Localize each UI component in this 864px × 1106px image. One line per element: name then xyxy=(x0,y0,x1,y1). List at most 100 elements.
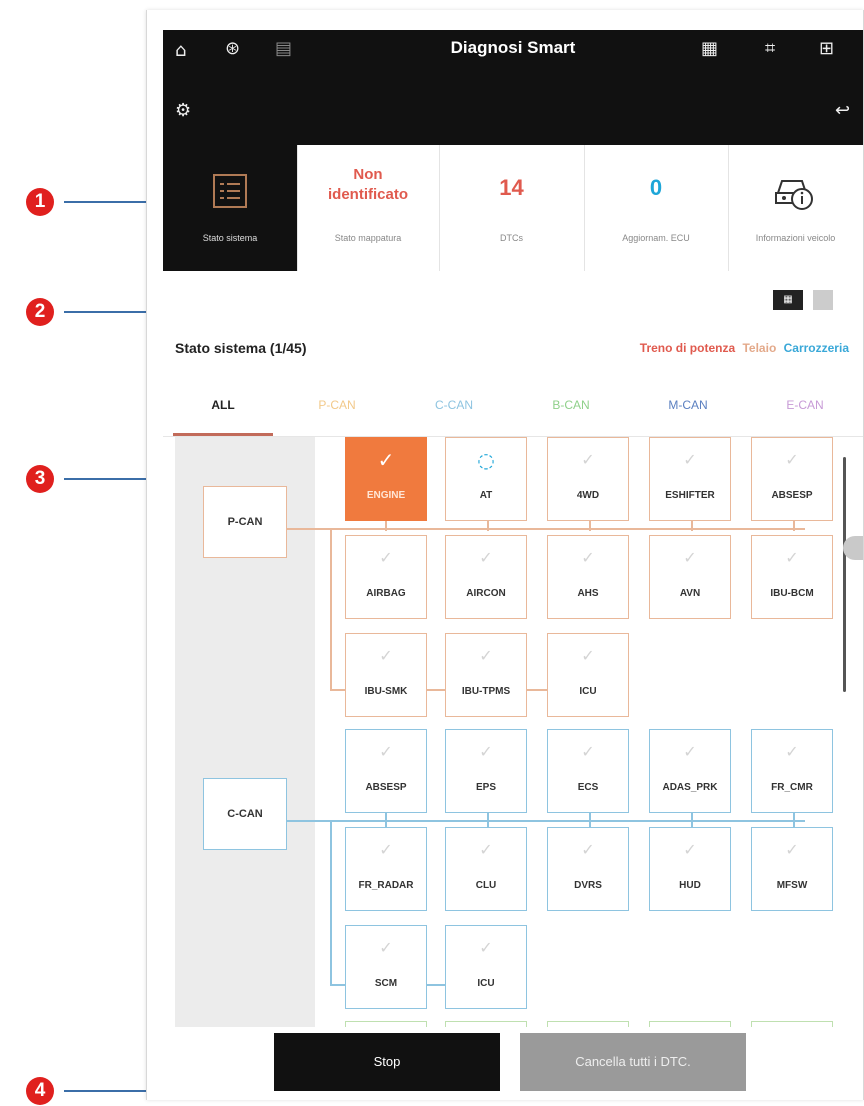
ecu-name: AVN xyxy=(679,588,701,599)
connector xyxy=(385,813,387,827)
check-icon: ✓ xyxy=(683,742,697,761)
back-icon[interactable]: ↩ xyxy=(835,100,850,121)
mappatura-value: Non identificato xyxy=(327,166,408,203)
ecu-name: ICU xyxy=(477,978,495,989)
top-bar: ⌂ ⊛ ▤ Diagnosi Smart ▦ ⌗ ⊞ ⚙ ↩ xyxy=(163,30,863,145)
check-icon: ✓ xyxy=(785,548,799,567)
ecu-dvrs[interactable]: ✓ DVRS xyxy=(547,827,629,911)
stop-button[interactable]: Stop xyxy=(274,1033,500,1091)
ecu-ibu-smk[interactable]: ✓ IBU-SMK xyxy=(345,633,427,717)
scrollbar[interactable] xyxy=(843,457,846,692)
tab-all[interactable]: ALL xyxy=(178,398,268,412)
check-icon: ✓ xyxy=(785,840,799,859)
side-panel-handle[interactable] xyxy=(843,536,863,560)
clear-dtc-button[interactable]: Cancella tutti i DTC. xyxy=(520,1033,746,1091)
ecu-airbag[interactable]: ✓ AIRBAG xyxy=(345,535,427,619)
ecu-ibu-bcm[interactable]: ✓ IBU-BCM xyxy=(751,535,833,619)
ecu-engine[interactable]: ✓ ENGINE xyxy=(345,437,427,521)
connector xyxy=(487,813,489,827)
ecu-clu[interactable]: ✓ CLU xyxy=(445,827,527,911)
ecu-aircon[interactable]: ✓ AIRCON xyxy=(445,535,527,619)
ecu-icu[interactable]: ✓ ICU xyxy=(547,633,629,717)
tile-dtcs[interactable]: 14 DTCs xyxy=(439,145,585,271)
ecu-partial[interactable] xyxy=(751,1021,833,1027)
ecu-fr-radar[interactable]: ✓ FR_RADAR xyxy=(345,827,427,911)
ecu-icu[interactable]: ✓ ICU xyxy=(445,925,527,1009)
ecu-name: AHS xyxy=(577,588,599,599)
ecu-partial[interactable] xyxy=(649,1021,731,1027)
ecu-name: ECS xyxy=(577,782,599,793)
check-icon: ✓ xyxy=(479,742,493,761)
grid-icon[interactable]: ⊞ xyxy=(819,38,834,59)
tile-mappatura[interactable]: Non identificato Stato mappatura xyxy=(297,145,440,271)
ecu-name: ICU xyxy=(579,686,597,697)
ecu-ahs[interactable]: ✓ AHS xyxy=(547,535,629,619)
loading-icon: ◌ xyxy=(477,448,495,472)
check-icon: ✓ xyxy=(581,450,595,469)
ecu-update-count: 0 xyxy=(649,175,663,200)
ecu-mfsw[interactable]: ✓ MFSW xyxy=(751,827,833,911)
callout-3: 3 xyxy=(26,465,54,493)
check-icon: ✓ xyxy=(683,840,697,859)
ecu-eshifter[interactable]: ✓ ESHIFTER xyxy=(649,437,731,521)
ecu-ecs[interactable]: ✓ ECS xyxy=(547,729,629,813)
ecu-fr-cmr[interactable]: ✓ FR_CMR xyxy=(751,729,833,813)
focus-icon[interactable]: ⌗ xyxy=(765,38,775,59)
tile-vehicle-info[interactable]: Informazioni veicolo xyxy=(728,145,863,271)
ecu-hud[interactable]: ✓ HUD xyxy=(649,827,731,911)
check-icon: ✓ xyxy=(785,742,799,761)
ecu-name: ESHIFTER xyxy=(665,490,715,501)
bus-node-c-can[interactable]: C-CAN xyxy=(203,778,287,850)
tab-m-can[interactable]: M-CAN xyxy=(643,398,733,412)
ecu-name: ABSESP xyxy=(365,782,407,793)
tile-ecu-update[interactable]: 0 Aggiornam. ECU xyxy=(584,145,729,271)
ecu-4wd[interactable]: ✓ 4WD xyxy=(547,437,629,521)
ecu-partial[interactable] xyxy=(445,1021,527,1027)
ecu-avn[interactable]: ✓ AVN xyxy=(649,535,731,619)
ecu-name: IBU-BCM xyxy=(770,588,814,599)
legend-power: Treno di potenza xyxy=(639,341,736,355)
ecu-eps[interactable]: ✓ EPS xyxy=(445,729,527,813)
check-icon: ✓ xyxy=(379,646,393,665)
ecu-scm[interactable]: ✓ SCM xyxy=(345,925,427,1009)
ecu-partial[interactable] xyxy=(547,1021,629,1027)
checklist-icon xyxy=(213,174,247,208)
ecu-at[interactable]: ◌ AT xyxy=(445,437,527,521)
tab-b-can[interactable]: B-CAN xyxy=(526,398,616,412)
check-icon: ✓ xyxy=(581,548,595,567)
ecu-ibu-tpms[interactable]: ✓ IBU-TPMS xyxy=(445,633,527,717)
ecu-name: AIRBAG xyxy=(366,588,406,599)
check-icon: ✓ xyxy=(379,840,393,859)
ecu-absesp[interactable]: ✓ ABSESP xyxy=(345,729,427,813)
connector xyxy=(589,813,591,827)
ecu-name: AT xyxy=(479,490,493,501)
car-settings-icon[interactable]: ⚙ xyxy=(175,100,191,121)
ecu-adas-prk[interactable]: ✓ ADAS_PRK xyxy=(649,729,731,813)
graph-view-toggle[interactable]: ▦ xyxy=(773,290,803,310)
connector xyxy=(285,820,805,822)
tab-c-can[interactable]: C-CAN xyxy=(409,398,499,412)
tab-p-can[interactable]: P-CAN xyxy=(292,398,382,412)
check-icon: ✓ xyxy=(479,646,493,665)
ecu-absesp[interactable]: ✓ ABSESP xyxy=(751,437,833,521)
can-tabs: ALL P-CAN C-CAN B-CAN M-CAN E-CAN xyxy=(163,380,863,437)
check-icon: ✓ xyxy=(379,742,393,761)
tile-stato-sistema[interactable]: Stato sistema xyxy=(163,145,298,271)
car-info-icon xyxy=(775,180,813,210)
ecu-name: HUD xyxy=(679,880,701,891)
vehicle-info-icon[interactable]: ▦ xyxy=(701,38,718,59)
tab-e-can[interactable]: E-CAN xyxy=(760,398,850,412)
connector xyxy=(330,528,332,689)
ecu-partial[interactable] xyxy=(345,1021,427,1027)
tile-label: Stato mappatura xyxy=(334,233,402,243)
legend: Treno di potenza Telaio Carrozzeria xyxy=(636,341,849,355)
list-view-toggle[interactable] xyxy=(813,290,833,310)
bus-node-p-can[interactable]: P-CAN xyxy=(203,486,287,558)
check-icon: ✓ xyxy=(683,450,697,469)
connector xyxy=(330,820,332,984)
legend-body: Carrozzeria xyxy=(783,341,849,355)
summary-tiles: Stato sistema Non identificato Stato map… xyxy=(163,145,863,271)
ecu-name: FR_RADAR xyxy=(358,880,414,891)
check-icon: ✓ xyxy=(581,840,595,859)
ecu-name: MFSW xyxy=(776,880,808,891)
